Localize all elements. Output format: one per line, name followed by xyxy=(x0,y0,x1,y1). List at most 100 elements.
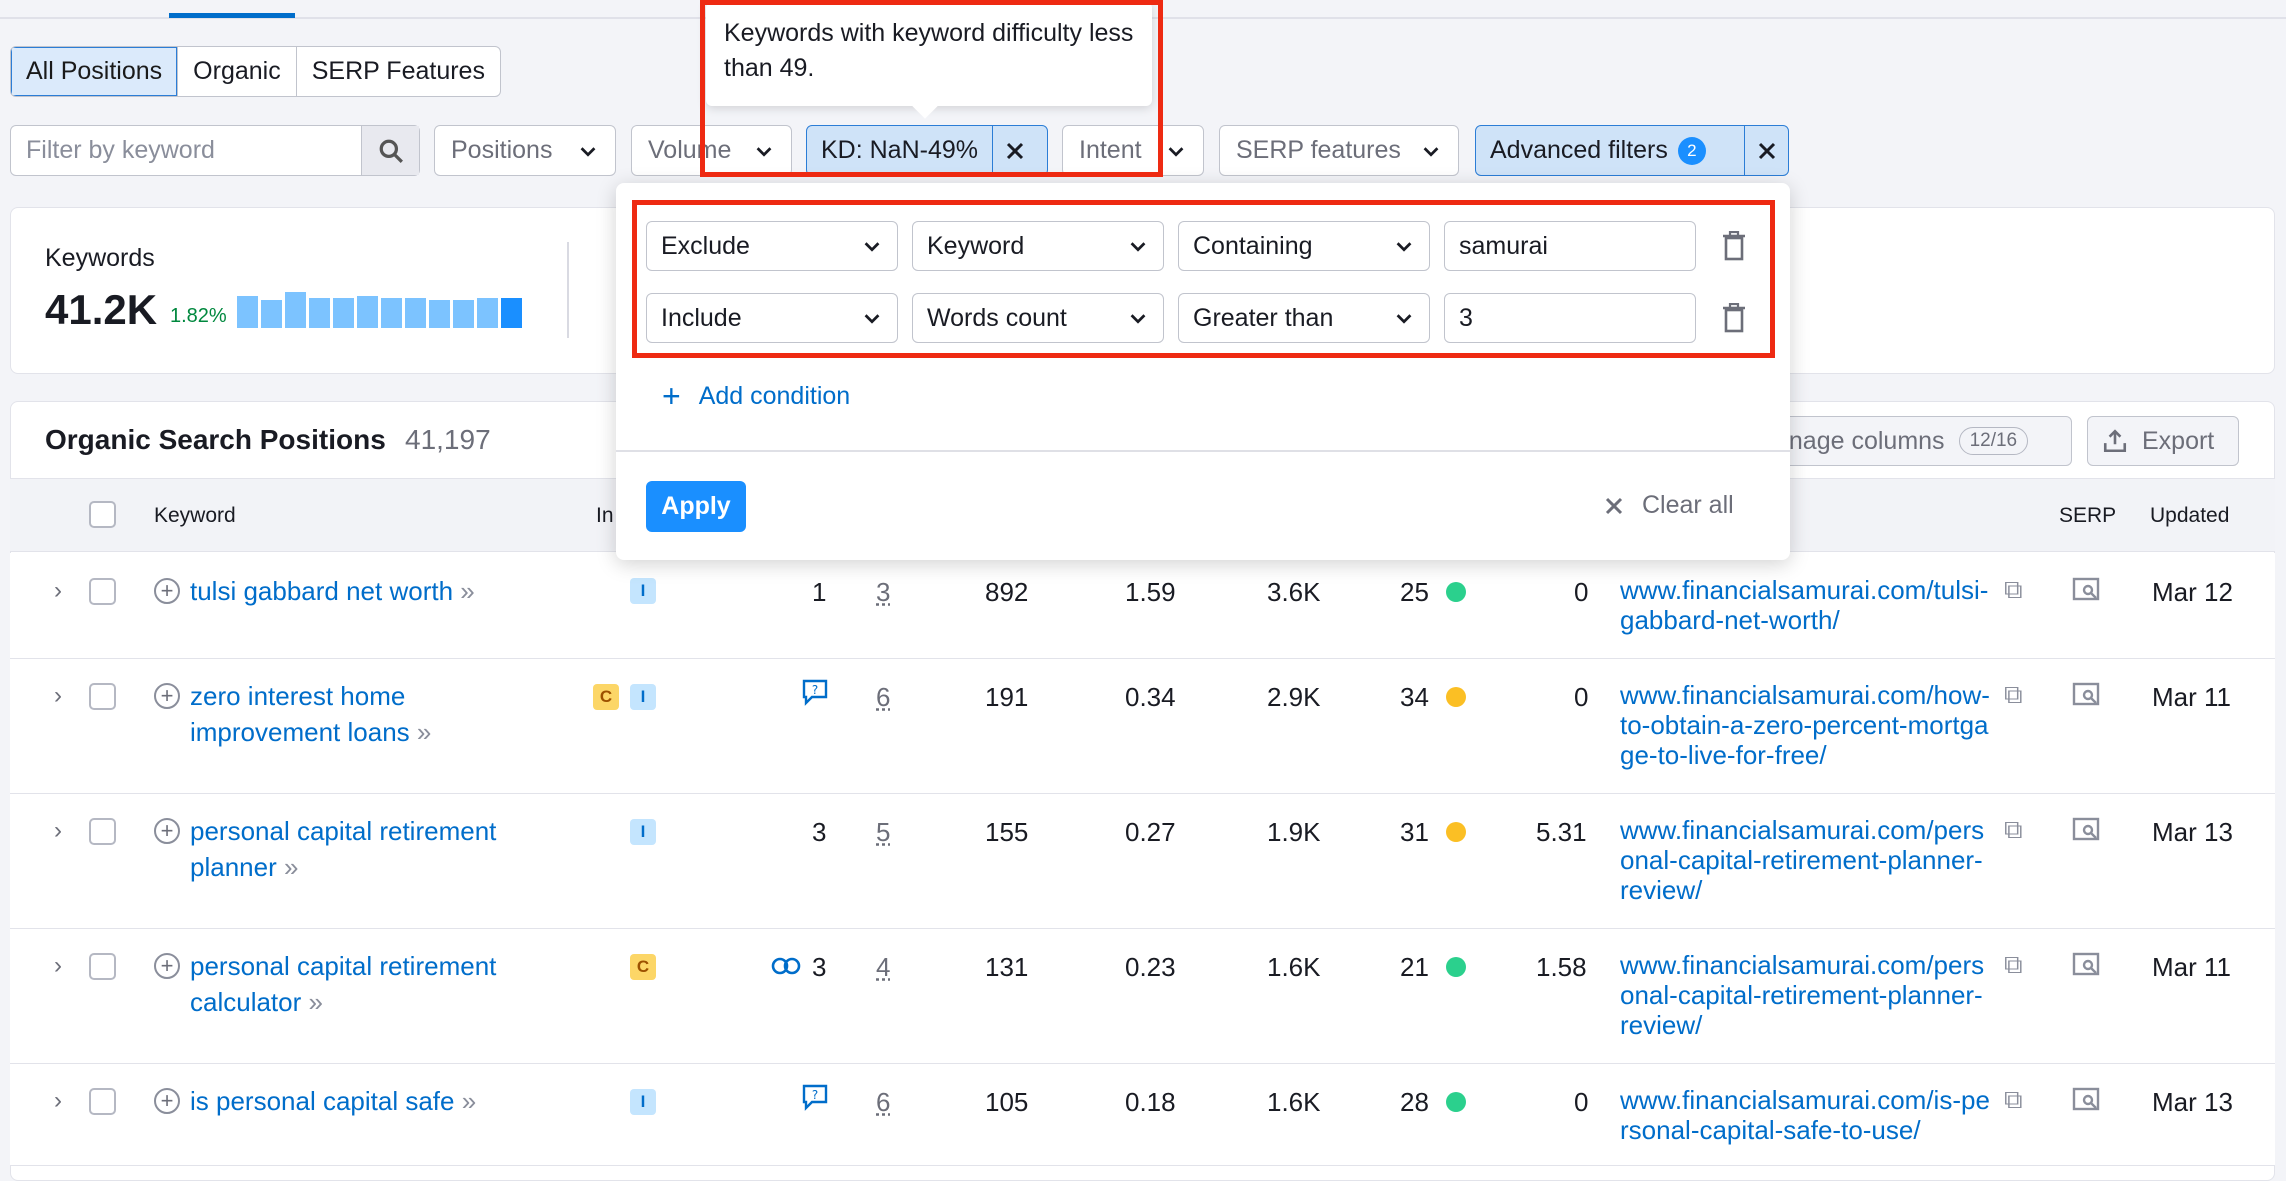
condition-2-mode-select[interactable]: Include xyxy=(646,293,898,343)
cpc-cell: 0.34 xyxy=(1125,682,1176,712)
row-checkbox[interactable] xyxy=(89,578,116,605)
expand-row-icon[interactable]: › xyxy=(54,952,62,980)
external-link-icon[interactable]: ⧉ xyxy=(2004,1084,2023,1116)
keyword-details-icon[interactable]: » xyxy=(460,576,474,606)
keyword-link[interactable]: personal capital retirement calculator » xyxy=(190,948,530,1020)
keywords-label: Keywords xyxy=(45,244,155,272)
expand-row-icon[interactable]: › xyxy=(54,817,62,845)
remove-advanced-filters-button[interactable] xyxy=(1745,126,1788,175)
url-link[interactable]: www.financialsamurai.com/personal-capita… xyxy=(1620,950,1990,1040)
keyword-link[interactable]: zero interest home improvement loans » xyxy=(190,678,490,750)
keyword-details-icon[interactable]: » xyxy=(309,987,323,1017)
condition-1-value-input[interactable]: samurai xyxy=(1444,221,1696,271)
clear-all-button[interactable]: Clear all xyxy=(1604,491,1734,520)
search-input[interactable]: Filter by keyword xyxy=(11,136,361,165)
external-link-icon[interactable]: ⧉ xyxy=(2004,814,2023,846)
serp-snapshot-icon[interactable] xyxy=(2072,952,2100,983)
trend-bar xyxy=(333,298,354,328)
apply-button[interactable]: Apply xyxy=(646,481,746,532)
condition-2-operator-select[interactable]: Greater than xyxy=(1178,293,1430,343)
url-link[interactable]: www.financialsamurai.com/how-to-obtain-a… xyxy=(1620,680,1990,770)
keyword-link[interactable]: tulsi gabbard net worth » xyxy=(190,573,530,609)
keyword-link[interactable]: personal capital retirement planner » xyxy=(190,813,530,885)
traffic-cell: 3.6K xyxy=(1267,577,1321,607)
trash-icon[interactable] xyxy=(1721,302,1747,338)
add-condition-button[interactable]: + Add condition xyxy=(662,380,850,412)
trend-bar xyxy=(285,292,306,328)
results-link[interactable]: 6 xyxy=(876,1087,890,1118)
intent-badge-informational: I xyxy=(630,578,656,604)
cpc-cell: 0.23 xyxy=(1125,952,1176,982)
results-link[interactable]: 3 xyxy=(876,577,890,608)
external-link-icon[interactable]: ⧉ xyxy=(2004,949,2023,981)
positions-filter[interactable]: Positions xyxy=(434,125,616,176)
tab-organic[interactable]: Organic xyxy=(178,47,297,96)
url-link[interactable]: www.financialsamurai.com/tulsi-gabbard-n… xyxy=(1620,575,1990,635)
keyword-details-icon[interactable]: » xyxy=(417,717,431,747)
external-link-icon[interactable]: ⧉ xyxy=(2004,574,2023,606)
volume-cell: 105 xyxy=(985,1087,1029,1117)
row-checkbox[interactable] xyxy=(89,953,116,980)
row-checkbox[interactable] xyxy=(89,683,116,710)
condition-1-operator-select[interactable]: Containing xyxy=(1178,221,1430,271)
external-link-icon[interactable]: ⧉ xyxy=(2004,679,2023,711)
keyword-text: tulsi gabbard net worth xyxy=(190,576,454,606)
competition-cell: 0 xyxy=(1574,577,1589,607)
results-link[interactable]: 4 xyxy=(876,952,890,983)
add-keyword-icon[interactable]: + xyxy=(154,578,180,604)
trash-icon[interactable] xyxy=(1721,230,1747,266)
chevron-down-icon xyxy=(580,146,596,157)
condition-2-value-input[interactable]: 3 xyxy=(1444,293,1696,343)
cpc-cell: 1.59 xyxy=(1125,577,1176,607)
header-intent[interactable]: In xyxy=(596,504,614,528)
serp-snapshot-icon[interactable] xyxy=(2072,1087,2100,1118)
row-checkbox[interactable] xyxy=(89,1088,116,1115)
expand-row-icon[interactable]: › xyxy=(54,1087,62,1115)
add-keyword-icon[interactable]: + xyxy=(154,1088,180,1114)
header-keyword[interactable]: Keyword xyxy=(154,504,236,528)
export-label: Export xyxy=(2142,426,2215,455)
header-updated[interactable]: Updated xyxy=(2150,504,2229,528)
traffic-cell: 1.9K xyxy=(1267,817,1321,847)
condition-1-mode-select[interactable]: Exclude xyxy=(646,221,898,271)
keyword-text: personal capital retirement planner xyxy=(190,816,497,882)
row-checkbox[interactable] xyxy=(89,818,116,845)
intent-badge-commercial: C xyxy=(593,684,619,710)
serp-features-filter[interactable]: SERP features xyxy=(1219,125,1459,176)
search-button[interactable] xyxy=(361,126,419,175)
results-link[interactable]: 6 xyxy=(876,682,890,713)
tab-all-positions[interactable]: All Positions xyxy=(11,47,179,96)
select-all-checkbox[interactable] xyxy=(89,501,116,528)
condition-1-field-select[interactable]: Keyword xyxy=(912,221,1164,271)
header-serp[interactable]: SERP xyxy=(2059,504,2116,528)
trend-bar xyxy=(453,300,474,328)
serp-snapshot-icon[interactable] xyxy=(2072,682,2100,713)
tab-serp-features[interactable]: SERP Features xyxy=(297,47,500,96)
serp-snapshot-icon[interactable] xyxy=(2072,577,2100,608)
advanced-filters-button[interactable]: Advanced filters 2 xyxy=(1475,125,1789,176)
expand-row-icon[interactable]: › xyxy=(54,682,62,710)
add-keyword-icon[interactable]: + xyxy=(154,818,180,844)
traffic-cell: 2.9K xyxy=(1267,682,1321,712)
keyword-details-icon[interactable]: » xyxy=(462,1086,476,1116)
search-icon xyxy=(379,139,403,163)
add-keyword-icon[interactable]: + xyxy=(154,683,180,709)
advanced-filters-label[interactable]: Advanced filters 2 xyxy=(1476,126,1746,175)
trend-bar xyxy=(309,298,330,328)
intent-badge-informational: I xyxy=(630,684,656,710)
export-button[interactable]: Export xyxy=(2087,416,2239,466)
competition-cell: 5.31 xyxy=(1536,817,1587,847)
keyword-details-icon[interactable]: » xyxy=(284,852,298,882)
url-link[interactable]: www.financialsamurai.com/personal-capita… xyxy=(1620,815,1990,905)
volume-cell: 191 xyxy=(985,682,1029,712)
manage-columns-button[interactable]: anage columns 12/16 xyxy=(1760,416,2072,466)
expand-row-icon[interactable]: › xyxy=(54,577,62,605)
condition-2-field-select[interactable]: Words count xyxy=(912,293,1164,343)
kd-cell: 25 xyxy=(1400,577,1429,607)
url-link[interactable]: www.financialsamurai.com/is-personal-cap… xyxy=(1620,1085,1990,1145)
keyword-filter[interactable]: Filter by keyword xyxy=(10,125,420,176)
add-keyword-icon[interactable]: + xyxy=(154,953,180,979)
serp-snapshot-icon[interactable] xyxy=(2072,817,2100,848)
results-link[interactable]: 5 xyxy=(876,817,890,848)
keyword-link[interactable]: is personal capital safe » xyxy=(190,1083,530,1119)
